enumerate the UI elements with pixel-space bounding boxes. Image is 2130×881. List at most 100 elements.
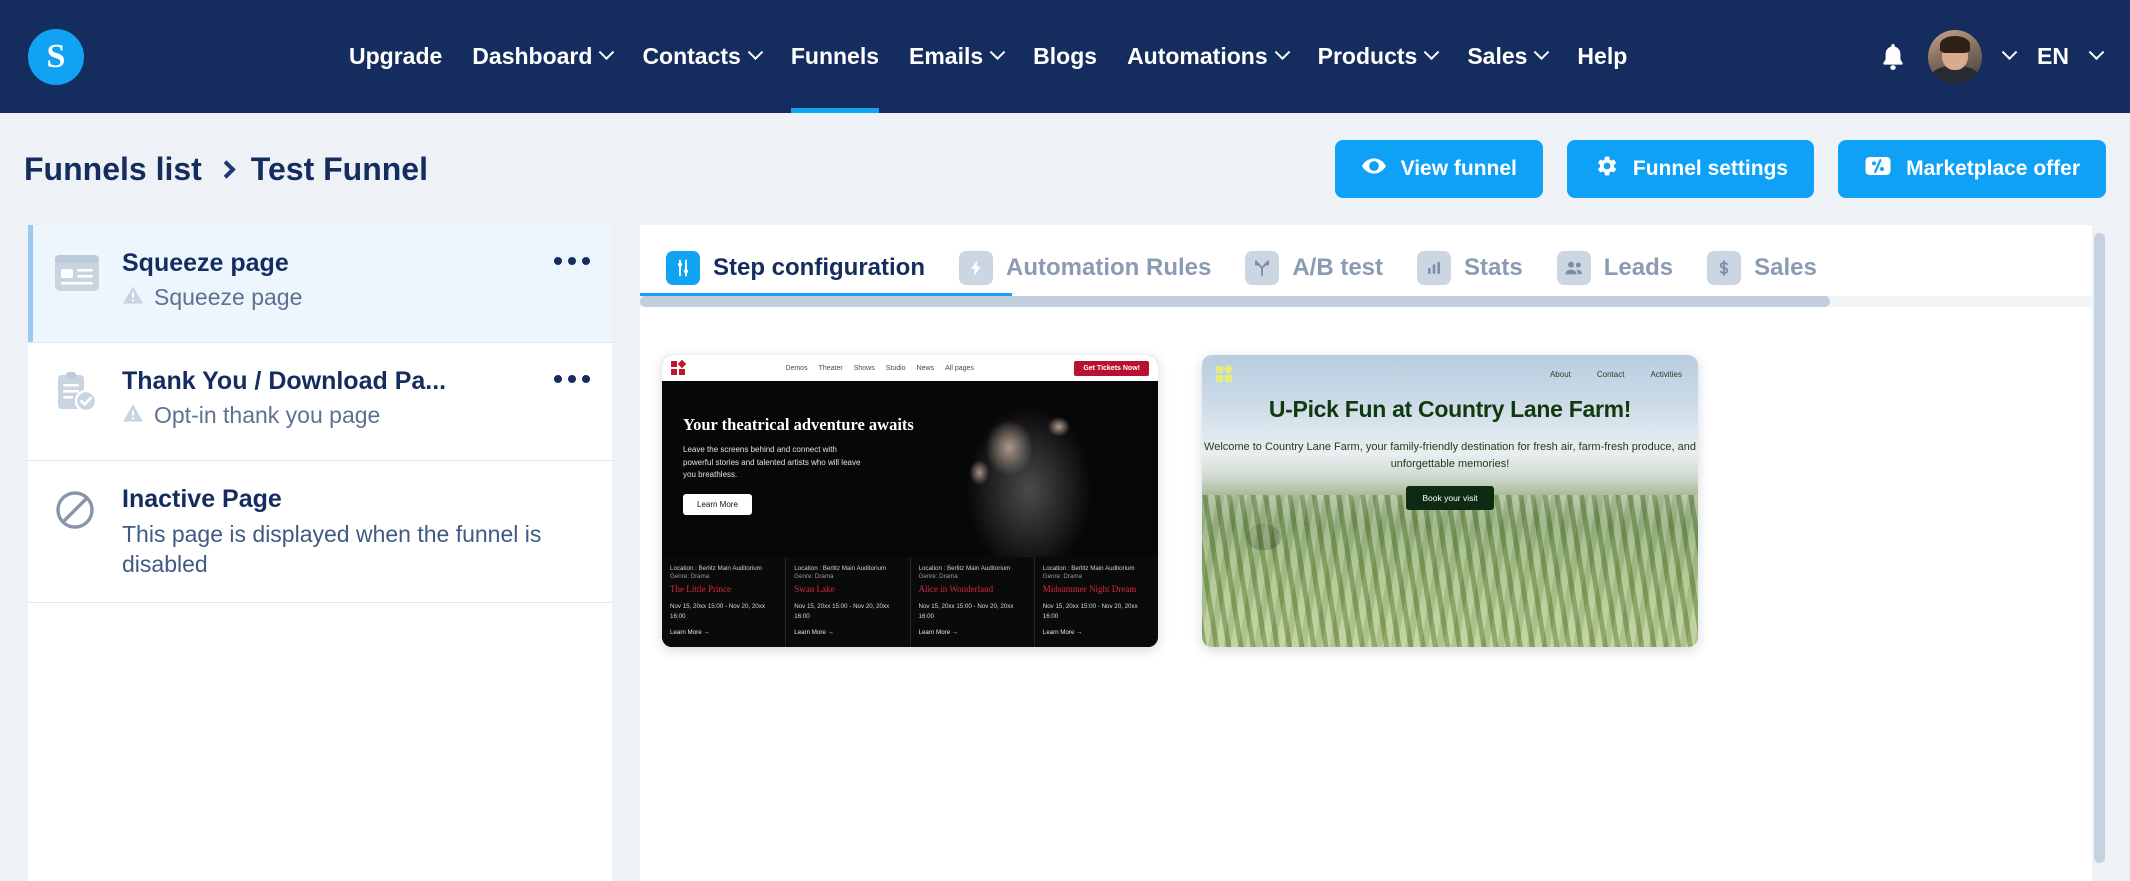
chevron-down-icon — [747, 44, 764, 61]
thank-you-page-menu-button[interactable] — [554, 367, 590, 383]
vertical-scrollbar-thumb[interactable] — [2094, 233, 2105, 863]
tab-label: Sales — [1754, 254, 1817, 281]
nav-label: Help — [1577, 43, 1628, 69]
chevron-down-icon[interactable] — [2001, 44, 2018, 61]
nav-label: Emails — [909, 43, 984, 69]
chevron-down-icon[interactable] — [2088, 44, 2105, 61]
chevron-down-icon — [1274, 44, 1290, 61]
event-genre: Genre: Drama — [1042, 573, 1082, 581]
avatar[interactable] — [1928, 29, 1983, 84]
event-genre: Genre: Drama — [794, 573, 834, 581]
farm-heading: U-Pick Fun at Country Lane Farm! — [1268, 396, 1632, 422]
sidebar-item-inactive-page[interactable]: Inactive Page This page is displayed whe… — [28, 461, 612, 603]
step-detail-panel: Step configuration Automation Rules A/B … — [640, 225, 2108, 881]
squeeze-page-menu-button[interactable] — [554, 249, 590, 265]
farm-nav-link: Activities — [1650, 369, 1682, 379]
farm-tree-decoration — [1246, 524, 1281, 551]
sidebar-item-text: Thank You / Download Pa... Opt-in thank … — [122, 367, 544, 429]
navbar-right-group: EN — [1880, 29, 2105, 84]
sidebar-item-squeeze-page[interactable]: Squeeze page Squeeze page — [28, 225, 612, 343]
marketplace-offer-button[interactable]: Marketplace offer — [1838, 140, 2106, 198]
tab-label: Automation Rules — [1006, 254, 1212, 281]
view-funnel-button[interactable]: View funnel — [1334, 140, 1543, 198]
template-thumbnail-theatre[interactable]: Demos Theater Shows Studio News All page… — [662, 355, 1158, 647]
page-subheader: Funnels list Test Funnel View funnel Fun… — [0, 113, 2130, 225]
app-logo[interactable]: S — [28, 28, 84, 85]
nav-item-products[interactable]: Products — [1317, 0, 1440, 113]
nav-item-sales[interactable]: Sales — [1467, 0, 1550, 113]
event-date: Nov 15, 20xx 15:00 - Nov 20, 20xx 16:00 — [918, 603, 1014, 621]
farm-nav-link: About — [1549, 369, 1571, 379]
language-selector[interactable]: EN — [2037, 43, 2069, 70]
avatar-hair — [1940, 35, 1971, 53]
event-date: Nov 15, 20xx 15:00 - Nov 20, 20xx 16:00 — [670, 603, 765, 621]
vertical-scrollbar-track[interactable] — [2092, 225, 2108, 881]
sliders-icon — [666, 251, 700, 285]
nav-label: Products — [1317, 43, 1418, 69]
branch-icon — [1245, 251, 1280, 285]
theatre-template-nav: Demos Theater Shows Studio News All page… — [662, 355, 1158, 381]
nav-item-help[interactable]: Help — [1577, 0, 1627, 113]
button-label: Marketplace offer — [1906, 157, 2080, 180]
sidebar-item-title: Inactive Page — [122, 485, 282, 513]
template-thumbnail-farm[interactable]: About Contact Activities U-Pick Fun at C… — [1202, 355, 1698, 647]
event-name: Swan Lake — [794, 584, 835, 595]
farm-nav-links: About Contact Activities — [1550, 370, 1682, 379]
farm-nav-link: Contact — [1596, 369, 1625, 379]
warning-icon — [122, 402, 144, 429]
template-thumbnails: Demos Theater Shows Studio News All page… — [640, 307, 2108, 647]
farm-hero: U-Pick Fun at Country Lane Farm! Welcome… — [1202, 396, 1698, 510]
warning-icon — [122, 284, 144, 311]
event-date: Nov 15, 20xx 15:00 - Nov 20, 20xx 16:00 — [1042, 603, 1138, 621]
dollar-icon — [1707, 251, 1742, 285]
button-label: View funnel — [1400, 157, 1517, 180]
chevron-down-icon — [1424, 44, 1440, 61]
nav-item-emails[interactable]: Emails — [909, 0, 1006, 113]
nav-item-dashboard[interactable]: Dashboard — [472, 0, 615, 113]
theatre-nav-link: News — [916, 364, 935, 372]
event-location: Location : Berlitz Main Auditorium — [1042, 565, 1135, 572]
nav-label: Contacts — [642, 43, 741, 69]
nav-item-upgrade[interactable]: Upgrade — [349, 0, 442, 113]
theatre-nav-link: Studio — [885, 364, 906, 372]
breadcrumb-funnels-list[interactable]: Funnels list — [24, 151, 202, 188]
funnel-steps-sidebar: Squeeze page Squeeze page Thank You / Do… — [28, 225, 612, 881]
sidebar-item-title: Squeeze page — [122, 249, 289, 277]
theatre-hero: Your theatrical adventure awaits Leave t… — [662, 381, 1158, 557]
sidebar-item-subtitle-row: Opt-in thank you page — [122, 402, 544, 429]
page-title: Test Funnel — [250, 150, 428, 187]
ticket-percent-icon — [1864, 153, 1892, 185]
chevron-right-icon — [217, 159, 236, 179]
event-genre: Genre: Drama — [670, 573, 710, 581]
sidebar-item-subtitle: Opt-in thank you page — [154, 402, 381, 428]
nav-item-contacts[interactable]: Contacts — [642, 0, 764, 113]
farm-book-visit-button: Book your visit — [1406, 486, 1494, 510]
button-label: Funnel settings — [1632, 157, 1789, 180]
horizontal-scrollbar-thumb[interactable] — [640, 296, 1830, 307]
funnel-settings-button[interactable]: Funnel settings — [1566, 140, 1815, 198]
sidebar-item-thank-you-page[interactable]: Thank You / Download Pa... Opt-in thank … — [28, 343, 612, 461]
tab-label: Leads — [1603, 254, 1674, 281]
theatre-nav-link: Shows — [853, 364, 875, 372]
nav-label: Upgrade — [349, 43, 443, 69]
event-location: Location : Berlitz Main Auditorium — [918, 565, 1011, 572]
nav-item-funnels[interactable]: Funnels — [790, 0, 880, 113]
event-name: The Little Prince — [670, 584, 731, 595]
tab-label: A/B test — [1292, 254, 1384, 281]
nav-item-blogs[interactable]: Blogs — [1033, 0, 1097, 113]
horizontal-scrollbar-track[interactable] — [640, 296, 2108, 307]
event-learn-more: Learn More → — [670, 629, 710, 637]
event-learn-more: Learn More → — [1042, 629, 1083, 637]
bell-icon[interactable] — [1880, 42, 1906, 72]
theatre-learn-more-button: Learn More — [683, 494, 752, 516]
nav-item-automations[interactable]: Automations — [1127, 0, 1290, 113]
sidebar-item-title: Thank You / Download Pa... — [122, 367, 447, 395]
event-learn-more: Learn More → — [794, 629, 834, 637]
event-location: Location : Berlitz Main Auditorium — [670, 565, 762, 572]
event-genre: Genre: Drama — [918, 573, 958, 581]
theatre-cta-button: Get Tickets Now! — [1074, 360, 1149, 376]
event-name: Alice in Wonderland — [918, 584, 994, 595]
bar-chart-icon — [1417, 251, 1452, 285]
farm-logo-icon — [1216, 364, 1234, 382]
nav-label: Funnels — [790, 43, 880, 69]
